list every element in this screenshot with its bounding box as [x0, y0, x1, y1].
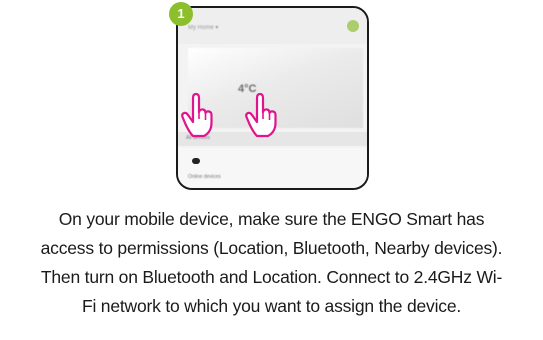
phone-header: My Home ▾: [178, 8, 367, 44]
instruction-line: access to permissions (Location, Bluetoo…: [40, 238, 503, 258]
instruction-line: Fi network to which you want to assign t…: [81, 296, 462, 316]
home-selector: My Home ▾: [188, 25, 219, 31]
instruction-line: On your mobile device, make sure the ENG…: [58, 209, 485, 229]
device-list: Online devices: [178, 148, 367, 188]
hand-tap-icon: [245, 92, 277, 138]
hand-tap-icon: [181, 92, 213, 138]
instruction-text: On your mobile device, make sure the ENG…: [0, 205, 543, 321]
instruction-line: Then turn on Bluetooth and Location. Con…: [40, 267, 503, 287]
step-number-badge: 1: [169, 2, 193, 26]
add-device-icon: [347, 20, 359, 32]
device-label: Online devices: [188, 174, 221, 180]
device-icon: [192, 158, 200, 164]
